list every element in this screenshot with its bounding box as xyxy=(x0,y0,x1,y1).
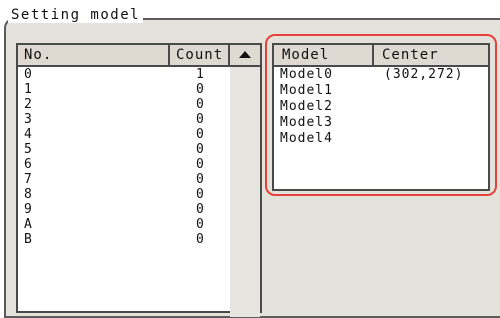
cell-count: 0 xyxy=(196,97,204,112)
cell-no: 9 xyxy=(24,202,32,217)
cell-count: 0 xyxy=(196,172,204,187)
table-row[interactable]: 20 xyxy=(18,97,230,112)
table-row[interactable]: 70 xyxy=(18,172,230,187)
table-row[interactable]: 60 xyxy=(18,157,230,172)
cell-no: 3 xyxy=(24,112,32,127)
cell-no: 4 xyxy=(24,127,32,142)
table-row[interactable]: 30 xyxy=(18,112,230,127)
count-list[interactable]: No. Count 01102030405060708090A0B0 xyxy=(16,43,262,317)
column-header-count[interactable]: Count xyxy=(170,45,230,67)
cell-count: 0 xyxy=(196,217,204,232)
cell-count: 0 xyxy=(196,127,204,142)
triangle-up-icon xyxy=(239,51,251,58)
column-header-no[interactable]: No. xyxy=(18,45,170,67)
table-row[interactable]: 10 xyxy=(18,82,230,97)
cell-count: 0 xyxy=(196,157,204,172)
scroll-up-button[interactable] xyxy=(230,45,260,67)
cell-count: 0 xyxy=(196,142,204,157)
cell-no: 1 xyxy=(24,82,32,97)
table-row[interactable]: 90 xyxy=(18,202,230,217)
cell-no: 6 xyxy=(24,157,32,172)
cell-no: 5 xyxy=(24,142,32,157)
table-row[interactable]: B0 xyxy=(18,232,230,247)
table-row[interactable]: 50 xyxy=(18,142,230,157)
group-title: Setting model xyxy=(8,7,144,23)
cell-no: 0 xyxy=(24,67,32,82)
cell-count: 0 xyxy=(196,187,204,202)
table-row[interactable]: A0 xyxy=(18,217,230,232)
cell-no: B xyxy=(24,232,32,247)
cell-count: 0 xyxy=(196,112,204,127)
table-row[interactable]: 01 xyxy=(18,67,230,82)
cell-no: 7 xyxy=(24,172,32,187)
scrollbar-track[interactable] xyxy=(230,67,260,317)
count-rows: 01102030405060708090A0B0 xyxy=(18,67,230,247)
cell-no: A xyxy=(24,217,32,232)
cell-count: 0 xyxy=(196,82,204,97)
highlight-outline xyxy=(265,34,497,196)
cell-no: 8 xyxy=(24,187,32,202)
table-row[interactable]: 40 xyxy=(18,127,230,142)
cell-count: 0 xyxy=(196,202,204,217)
cell-count: 0 xyxy=(196,232,204,247)
table-row[interactable]: 80 xyxy=(18,187,230,202)
cell-no: 2 xyxy=(24,97,32,112)
cell-count: 1 xyxy=(196,67,204,82)
